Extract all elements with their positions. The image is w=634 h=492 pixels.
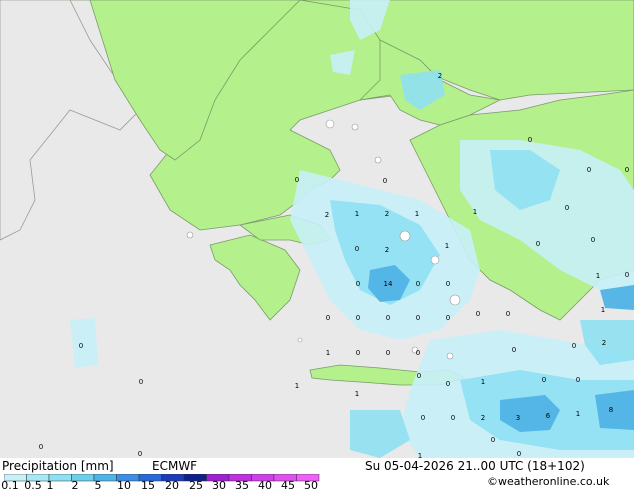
precip-value: 1 bbox=[445, 242, 449, 250]
precip-value: 2 bbox=[385, 246, 389, 254]
precip-value: 0 bbox=[491, 436, 495, 444]
precip-value: 0 bbox=[417, 372, 421, 380]
precip-value: 8 bbox=[609, 406, 613, 414]
precip-value: 0 bbox=[139, 378, 143, 386]
precip-value: 0 bbox=[421, 414, 425, 422]
precip-value: 1 bbox=[473, 208, 477, 216]
precip-value: 0 bbox=[383, 177, 387, 185]
precip-value: 0 bbox=[625, 166, 629, 174]
precip-value: 0 bbox=[138, 450, 142, 458]
precip-value: 2 bbox=[325, 211, 329, 219]
datetime-label: Su 05-04-2026 21..00 UTC (18+102) bbox=[365, 459, 585, 473]
precip-value: 1 bbox=[295, 382, 299, 390]
precip-value: 1 bbox=[576, 410, 580, 418]
precip-value: 0 bbox=[326, 314, 330, 322]
model-name: ECMWF bbox=[152, 459, 198, 473]
precip-value: 0 bbox=[356, 314, 360, 322]
precip-value: 0 bbox=[386, 314, 390, 322]
precip-value: 0 bbox=[587, 166, 591, 174]
credit-label: ©weatheronline.co.uk bbox=[487, 475, 610, 488]
legend-label: 40 bbox=[258, 479, 272, 492]
precip-value: 0 bbox=[625, 271, 629, 279]
precip-value: 0 bbox=[536, 240, 540, 248]
precip-value: 0 bbox=[295, 176, 299, 184]
legend-label: 10 bbox=[117, 479, 131, 492]
precip-value: 0 bbox=[542, 376, 546, 384]
precip-value: 1 bbox=[481, 378, 485, 386]
precip-value: 0 bbox=[356, 280, 360, 288]
precip-value: 6 bbox=[546, 412, 551, 420]
precip-value: 0 bbox=[506, 310, 510, 318]
precip-value: 1 bbox=[355, 210, 359, 218]
precip-value: 0 bbox=[355, 245, 359, 253]
map-title: Precipitation [mm] bbox=[2, 459, 114, 473]
legend-label: 25 bbox=[189, 479, 203, 492]
legend-label: 35 bbox=[235, 479, 249, 492]
precip-value: 0 bbox=[416, 314, 420, 322]
legend-label: 30 bbox=[212, 479, 226, 492]
precip-value: 0 bbox=[572, 342, 576, 350]
legend-label: 20 bbox=[165, 479, 179, 492]
legend-label: 0.1 bbox=[1, 479, 19, 492]
precip-value: 2 bbox=[602, 339, 606, 347]
precip-value: 1 bbox=[326, 349, 330, 357]
precip-value: 0 bbox=[565, 204, 569, 212]
precip-value: 14 bbox=[384, 280, 393, 288]
precip-value: 0 bbox=[517, 450, 521, 458]
precip-value: 0 bbox=[39, 443, 43, 451]
precipitation-map: 2 0 0 0 0 0 2 1 2 1 1 2 0 1 14 0 0 0 0 0 0 0 0 0 0 1 0 0 0 0 1 1 0 0 0 0 0 1 1… bbox=[0, 0, 634, 458]
legend-label: 45 bbox=[281, 479, 295, 492]
precip-value: 0 bbox=[512, 346, 516, 354]
precip-value: 0 bbox=[528, 136, 532, 144]
precip-value: 1 bbox=[415, 210, 419, 218]
precip-value: 1 bbox=[355, 390, 359, 398]
precip-value: 0 bbox=[451, 414, 455, 422]
map-wrap: 2 0 0 0 0 0 2 1 2 1 1 2 0 1 14 0 0 0 0 0 0 0 0 0 0 1 0 0 0 0 1 1 0 0 0 0 0 1 1… bbox=[0, 0, 634, 492]
precip-value: 0 bbox=[576, 376, 580, 384]
precip-value: 1 bbox=[596, 272, 600, 280]
legend-label: 1 bbox=[46, 479, 54, 492]
precip-value: 0 bbox=[356, 349, 360, 357]
precip-value: 0 bbox=[416, 349, 420, 357]
precip-value: 0 bbox=[386, 349, 390, 357]
precip-value: 0 bbox=[416, 280, 420, 288]
legend-label: 2 bbox=[71, 479, 79, 492]
precip-value: 2 bbox=[481, 414, 485, 422]
legend-label: 0.5 bbox=[24, 479, 42, 492]
precip-value: 0 bbox=[446, 280, 450, 288]
precip-value: 2 bbox=[385, 210, 389, 218]
precip-value: 2 bbox=[438, 72, 442, 80]
precip-value: 1 bbox=[601, 306, 605, 314]
precip-value: 0 bbox=[446, 314, 450, 322]
legend-label: 5 bbox=[94, 479, 102, 492]
legend-label: 15 bbox=[141, 479, 155, 492]
legend-label: 50 bbox=[304, 479, 318, 492]
precip-value: 0 bbox=[591, 236, 595, 244]
precip-value: 0 bbox=[476, 310, 480, 318]
precip-value: 0 bbox=[446, 380, 450, 388]
precip-value: 3 bbox=[516, 414, 520, 422]
precip-value: 0 bbox=[79, 342, 83, 350]
